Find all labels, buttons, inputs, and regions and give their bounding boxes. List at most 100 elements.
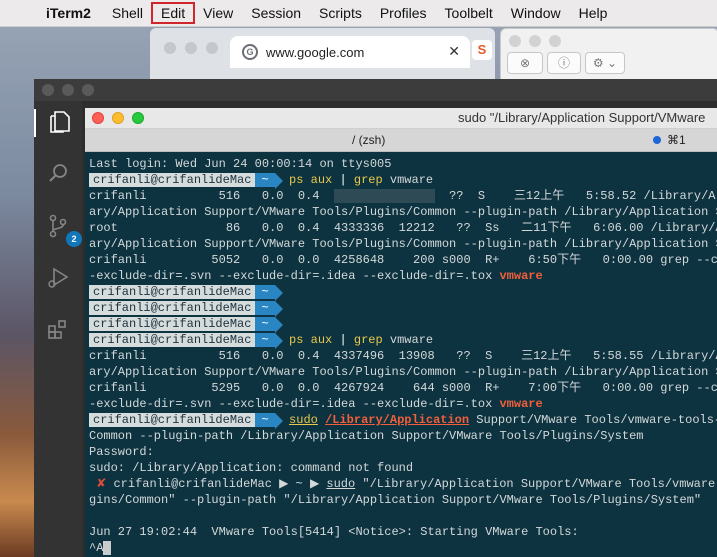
close-circle-button[interactable]: ⊗ [507, 52, 543, 74]
search-icon[interactable] [44, 161, 72, 189]
chrome-window-controls [164, 42, 218, 54]
finder-window-controls [509, 35, 561, 47]
source-control-badge: 2 [66, 231, 82, 247]
vscode-zoom-light[interactable] [82, 84, 94, 96]
menu-bar: iTerm2 Shell Edit View Session Scripts P… [0, 0, 717, 27]
tab-shortcut: ⌘1 [667, 133, 686, 147]
prompt-user: crifanli@crifanlideMac [113, 477, 272, 491]
menu-window[interactable]: Window [502, 3, 570, 23]
command-pipe: | [339, 173, 347, 187]
command-arg: Support/VMware Tools/vmware-tools- [469, 413, 717, 427]
terminal-line: -exclude-dir=.svn --exclude-dir=.idea --… [89, 396, 717, 412]
menu-help[interactable]: Help [570, 3, 617, 23]
terminal-prompt-line: crifanli@crifanlideMac ~ sudo /Library/Ap… [89, 412, 717, 428]
background-finder-window: ⊗ ⓘ ⚙ ⌄ [500, 28, 717, 80]
terminal-line: Jun 27 19:02:44 VMware Tools[5414] <Noti… [89, 525, 579, 539]
menu-edit[interactable]: Edit [151, 2, 196, 24]
prompt-dir: ~ [255, 413, 275, 427]
activity-dot-icon [653, 136, 661, 144]
terminal-line: Common --plugin-path /Library/Applicatio… [89, 429, 644, 443]
run-debug-icon[interactable] [44, 265, 72, 293]
chrome-minimize-light[interactable] [185, 42, 197, 54]
activity-bar: 2 [34, 101, 82, 557]
prompt-dir: ~ [255, 301, 275, 315]
input-text: ^A [89, 541, 104, 555]
source-control-icon[interactable]: 2 [44, 213, 82, 247]
vscode-window-controls [42, 84, 94, 96]
prompt-dir: ~ [255, 285, 275, 299]
menu-shell[interactable]: Shell [103, 3, 152, 23]
finder-zoom-light[interactable] [549, 35, 561, 47]
menu-view[interactable]: View [194, 3, 242, 23]
iterm-zoom-button[interactable] [132, 112, 144, 124]
gear-menu-button[interactable]: ⚙ ⌄ [585, 52, 625, 74]
chrome-tab-close-icon[interactable]: ✕ [448, 43, 460, 60]
terminal-line: -exclude-dir=.svn --exclude-dir=.idea --… [89, 268, 717, 284]
output-text: crifanli 516 0.0 0.4 [89, 189, 334, 203]
terminal-prompt-line: crifanli@crifanlideMac ~ ps aux | grep vm… [89, 172, 717, 188]
extensions-icon[interactable] [44, 317, 72, 345]
terminal-prompt-line: crifanli@crifanlideMac ~ ps aux | grep vm… [89, 332, 717, 348]
prompt-user: crifanli@crifanlideMac [89, 333, 256, 347]
info-button[interactable]: ⓘ [547, 52, 581, 74]
explorer-icon[interactable] [34, 109, 74, 137]
iterm-tab-title[interactable]: / (zsh) [352, 133, 385, 147]
iterm-window-title: sudo "/Library/Application Support/VMwar… [458, 110, 706, 125]
terminal-line: crifanli 5052 0.0 0.0 4258648 200 s000 R… [89, 253, 717, 267]
terminal-line: crifanli 516 0.0 0.4 ?? S 三12上午 5:58.52 … [89, 188, 717, 204]
menu-profiles[interactable]: Profiles [371, 3, 436, 23]
command-pipe: | [339, 333, 347, 347]
finder-close-light[interactable] [509, 35, 521, 47]
terminal-prompt-line: crifanli@crifanlideMac ~ [89, 300, 717, 316]
vscode-close-light[interactable] [42, 84, 54, 96]
command-text: grep [353, 173, 383, 187]
terminal-line: crifanli 5295 0.0 0.0 4267924 644 s000 R… [89, 381, 717, 395]
chrome-tab-google[interactable]: G www.google.com ✕ [230, 36, 470, 68]
terminal-input-line[interactable]: ^A [89, 540, 717, 556]
iterm-close-button[interactable] [92, 112, 104, 124]
iterm-tab-bar: / (zsh) ⌘1 [85, 129, 717, 152]
menu-scripts[interactable]: Scripts [310, 3, 371, 23]
finder-minimize-light[interactable] [529, 35, 541, 47]
menu-session[interactable]: Session [242, 3, 310, 23]
chrome-close-light[interactable] [164, 42, 176, 54]
prompt-user: crifanli@crifanlideMac [89, 301, 256, 315]
output-text: -exclude-dir=.svn --exclude-dir=.idea --… [89, 269, 500, 283]
app-menu-iterm2[interactable]: iTerm2 [40, 3, 103, 23]
prompt-user: crifanli@crifanlideMac [89, 317, 256, 331]
prompt-dir: ~ [295, 477, 303, 491]
error-status-icon: ✘ [96, 477, 107, 491]
prompt-dir: ~ [255, 333, 275, 347]
iterm-window: sudo "/Library/Application Support/VMwar… [85, 108, 717, 557]
redacted-text [333, 189, 435, 203]
vscode-titlebar [34, 79, 717, 101]
prompt-user: crifanli@crifanlideMac [89, 173, 256, 187]
command-text: sudo [289, 413, 318, 427]
chrome-zoom-light[interactable] [206, 42, 218, 54]
command-text: ps aux [289, 173, 333, 187]
terminal-prompt-line: ✘ crifanli@crifanlideMac ▶ ~ ▶ sudo "/Li… [89, 476, 717, 492]
terminal-line: ary/Application Support/VMware Tools/Plu… [89, 205, 717, 219]
grep-match-highlight: vmware [499, 269, 543, 283]
prompt-user: crifanli@crifanlideMac [89, 285, 256, 299]
command-arg: "/Library/Application Support/VMware Too… [355, 477, 717, 491]
terminal-prompt-line: crifanli@crifanlideMac ~ [89, 284, 717, 300]
iterm-minimize-button[interactable] [112, 112, 124, 124]
prompt-user: crifanli@crifanlideMac [89, 413, 256, 427]
output-text: ?? S 三12上午 5:58.52 /Library/A [434, 189, 716, 203]
text-cursor [103, 541, 111, 555]
terminal-line: sudo: /Library/Application: command not … [89, 461, 414, 475]
command-text: ps aux [289, 333, 333, 347]
iterm-titlebar: sudo "/Library/Application Support/VMwar… [85, 108, 717, 129]
menu-toolbelt[interactable]: Toolbelt [436, 3, 502, 23]
vscode-minimize-light[interactable] [62, 84, 74, 96]
terminal-line: Last login: Wed Jun 24 00:00:14 on ttys0… [89, 157, 392, 171]
chrome-tab-title: www.google.com [266, 44, 365, 60]
chrome-tab-sogou-icon[interactable]: S [472, 40, 492, 60]
prompt-dir: ~ [255, 317, 275, 331]
terminal-output[interactable]: Last login: Wed Jun 24 00:00:14 on ttys0… [89, 156, 717, 556]
terminal-line: Password: [89, 445, 154, 459]
command-arg: vmware [389, 173, 434, 187]
iterm-window-controls [92, 112, 144, 124]
